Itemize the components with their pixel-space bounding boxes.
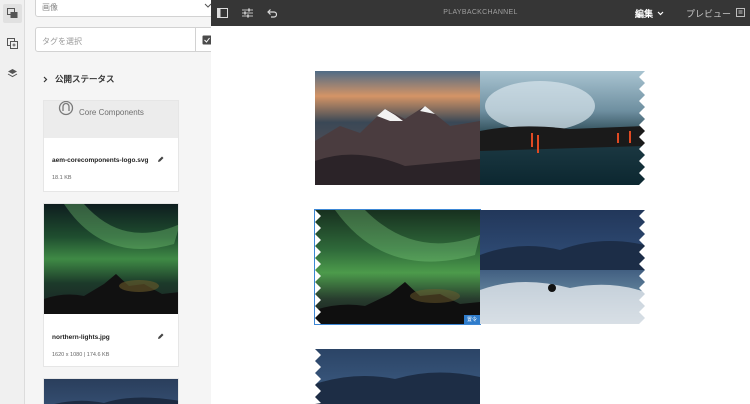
asset-card[interactable]: northern-lights.jpg 1620 x 1080 | 174.6 … [43, 203, 179, 367]
carousel-image-mountains[interactable] [315, 71, 480, 185]
carousel-image-northern-lights[interactable]: 置令 [314, 209, 481, 325]
carousel-image-coast[interactable] [315, 349, 480, 404]
selected-badge: 置令 [463, 315, 480, 324]
carousel-image-lava[interactable] [480, 71, 645, 185]
asset-meta: 18.1 KB [52, 175, 72, 181]
preview-button[interactable]: プレビュー [686, 7, 731, 20]
page-info-icon[interactable] [733, 5, 749, 21]
asset-name: northern-lights.jpg [52, 334, 110, 341]
chevron-down-icon [204, 1, 211, 10]
asset-panel: 画像 タグを選択 公開ステータス Core Components aem-cor… [25, 0, 211, 404]
edit-icon[interactable] [157, 156, 164, 163]
asset-card[interactable] [43, 378, 179, 404]
asset-meta: 1620 x 1080 | 174.6 KB [52, 352, 110, 358]
asset-name: aem-corecomponents-logo.svg [52, 157, 149, 164]
asset-thumbnail [44, 379, 178, 404]
asset-card[interactable]: Core Components aem-corecomponents-logo.… [43, 100, 179, 192]
page-canvas: 置令 [211, 26, 750, 404]
editor-toolbar: PLAYBACKCHANNEL 編集 プレビュー [211, 0, 750, 26]
logo-text: Core Components [79, 108, 144, 117]
publish-status-toggle[interactable]: 公開ステータス [43, 73, 115, 85]
asset-type-select[interactable]: 画像 [35, 0, 211, 17]
carousel-image-surfer[interactable] [480, 210, 645, 324]
asset-type-value: 画像 [42, 3, 58, 12]
chevron-right-icon [43, 76, 48, 82]
asset-thumbnail: Core Components [44, 101, 178, 138]
mode-edit-dropdown[interactable]: 編集 [635, 7, 664, 20]
northern-lights-image [44, 204, 178, 314]
asset-thumbnail [44, 204, 178, 314]
core-components-logo-icon [58, 101, 74, 116]
assets-icon[interactable] [3, 4, 22, 23]
tag-input[interactable]: タグを選択 [35, 27, 196, 52]
publish-status-label: 公開ステータス [55, 74, 115, 84]
layers-icon[interactable] [3, 64, 22, 83]
components-icon[interactable] [3, 34, 22, 53]
edit-icon[interactable] [157, 333, 164, 340]
chevron-down-icon [657, 11, 664, 16]
side-rail [0, 0, 25, 404]
checkbox-icon [202, 35, 211, 44]
tag-picker-button[interactable] [196, 27, 211, 52]
edit-label: 編集 [635, 9, 654, 19]
page-title: PLAYBACKCHANNEL [443, 9, 518, 16]
